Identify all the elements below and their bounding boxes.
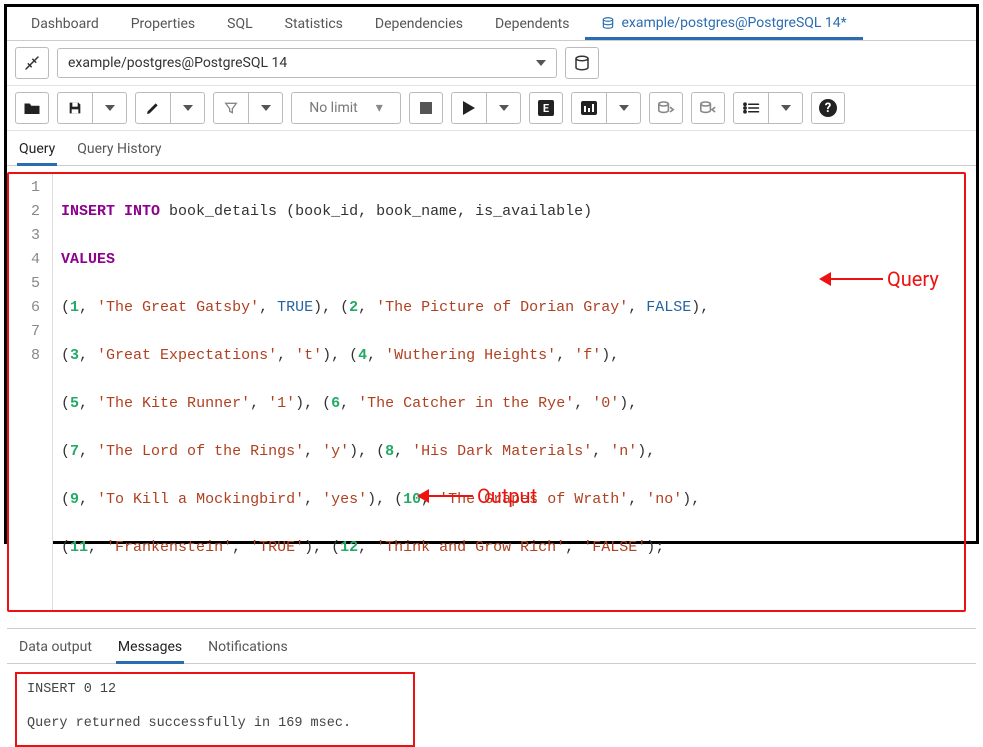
line-number: 1 — [13, 176, 40, 200]
tab-sql[interactable]: SQL — [211, 10, 268, 38]
stop-icon — [420, 102, 432, 114]
tab-connection[interactable]: example/postgres@PostgreSQL 14* — [585, 9, 862, 40]
message-line: INSERT 0 12 — [27, 680, 403, 700]
explain-analyze-button[interactable] — [572, 92, 606, 124]
toolbar: No limit ▾ E — [7, 86, 976, 131]
chevron-down-icon — [619, 105, 629, 111]
tab-data-output[interactable]: Data output — [17, 635, 94, 663]
chevron-down-icon — [105, 105, 115, 111]
output-tabs: Data output Messages Notifications — [7, 628, 976, 664]
arrow-left-icon — [819, 272, 831, 286]
edit-dropdown[interactable] — [170, 92, 204, 124]
save-icon — [67, 100, 83, 116]
line-number: 5 — [13, 272, 40, 296]
execute-dropdown[interactable] — [486, 92, 520, 124]
play-icon — [463, 101, 475, 115]
macros-button-group — [733, 92, 803, 124]
database-icon — [573, 54, 591, 72]
messages-panel: INSERT 0 12 Query returned successfully … — [15, 672, 415, 747]
tab-dependents[interactable]: Dependents — [479, 10, 585, 38]
pencil-icon — [145, 100, 161, 116]
explain-icon: E — [538, 100, 554, 116]
annotation-output-label: Output — [477, 484, 537, 508]
tab-query-history[interactable]: Query History — [75, 137, 163, 165]
line-number: 6 — [13, 296, 40, 320]
connection-select[interactable]: example/postgres@PostgreSQL 14 — [57, 48, 557, 78]
save-dropdown[interactable] — [92, 92, 126, 124]
main-tabbar: Dashboard Properties SQL Statistics Depe… — [7, 7, 976, 41]
connection-row: example/postgres@PostgreSQL 14 — [7, 41, 976, 86]
line-number: 2 — [13, 200, 40, 224]
tab-properties[interactable]: Properties — [115, 10, 211, 38]
execute-button[interactable] — [452, 92, 486, 124]
new-connection-button[interactable] — [565, 47, 599, 79]
explain-analyze-group — [571, 92, 641, 124]
line-number: 7 — [13, 320, 40, 344]
chevron-down-icon — [781, 105, 791, 111]
query-tool-icon — [601, 16, 615, 30]
explain-analyze-dropdown[interactable] — [606, 92, 640, 124]
help-button[interactable]: ? — [811, 92, 845, 124]
message-line: Query returned successfully in 169 msec. — [27, 714, 403, 734]
folder-icon — [23, 100, 41, 116]
commit-button[interactable] — [649, 92, 683, 124]
database-rollback-icon — [698, 100, 718, 116]
stop-button[interactable] — [409, 92, 443, 124]
limit-select[interactable]: No limit ▾ — [291, 92, 401, 124]
tab-notifications[interactable]: Notifications — [206, 635, 290, 663]
explain-button[interactable]: E — [529, 92, 563, 124]
database-commit-icon — [656, 100, 676, 116]
line-number: 3 — [13, 224, 40, 248]
arrow-left-icon — [417, 489, 429, 503]
tab-dashboard[interactable]: Dashboard — [15, 10, 115, 38]
editor-area: 1 2 3 4 5 6 7 8 INSERT INTO book_details… — [7, 166, 976, 628]
filter-button-group — [213, 92, 283, 124]
chevron-down-icon — [261, 105, 271, 111]
list-icon — [742, 101, 760, 115]
line-number: 4 — [13, 248, 40, 272]
plug-disconnected-icon — [23, 54, 41, 72]
bar-chart-icon — [581, 101, 597, 115]
macros-button[interactable] — [734, 92, 768, 124]
line-gutter: 1 2 3 4 5 6 7 8 — [9, 174, 53, 610]
query-tabs: Query Query History — [7, 131, 976, 166]
tab-connection-label: example/postgres@PostgreSQL 14* — [621, 15, 846, 31]
filter-icon — [223, 100, 239, 116]
chevron-down-icon — [536, 60, 546, 66]
edit-button-group — [135, 92, 205, 124]
annotation-query: Query — [819, 267, 939, 291]
tab-statistics[interactable]: Statistics — [269, 10, 359, 38]
open-file-button[interactable] — [15, 92, 49, 124]
sql-editor[interactable]: 1 2 3 4 5 6 7 8 INSERT INTO book_details… — [7, 172, 966, 612]
rollback-button[interactable] — [691, 92, 725, 124]
edit-button[interactable] — [136, 92, 170, 124]
line-number: 8 — [13, 344, 40, 368]
execute-button-group — [451, 92, 521, 124]
chevron-down-icon — [499, 105, 509, 111]
filter-dropdown[interactable] — [248, 92, 282, 124]
connection-status-button[interactable] — [15, 47, 49, 79]
save-button[interactable] — [58, 92, 92, 124]
save-button-group — [57, 92, 127, 124]
limit-label: No limit — [309, 100, 358, 116]
macros-dropdown[interactable] — [768, 92, 802, 124]
filter-button[interactable] — [214, 92, 248, 124]
annotation-output: Output — [417, 484, 537, 508]
tab-query[interactable]: Query — [17, 137, 57, 166]
connection-selected-label: example/postgres@PostgreSQL 14 — [68, 55, 287, 71]
chevron-down-icon — [183, 105, 193, 111]
tab-dependencies[interactable]: Dependencies — [359, 10, 479, 38]
help-icon: ? — [819, 99, 837, 117]
sql-code[interactable]: INSERT INTO book_details (book_id, book_… — [53, 174, 717, 610]
annotation-query-label: Query — [887, 267, 939, 291]
tab-messages[interactable]: Messages — [116, 635, 184, 664]
